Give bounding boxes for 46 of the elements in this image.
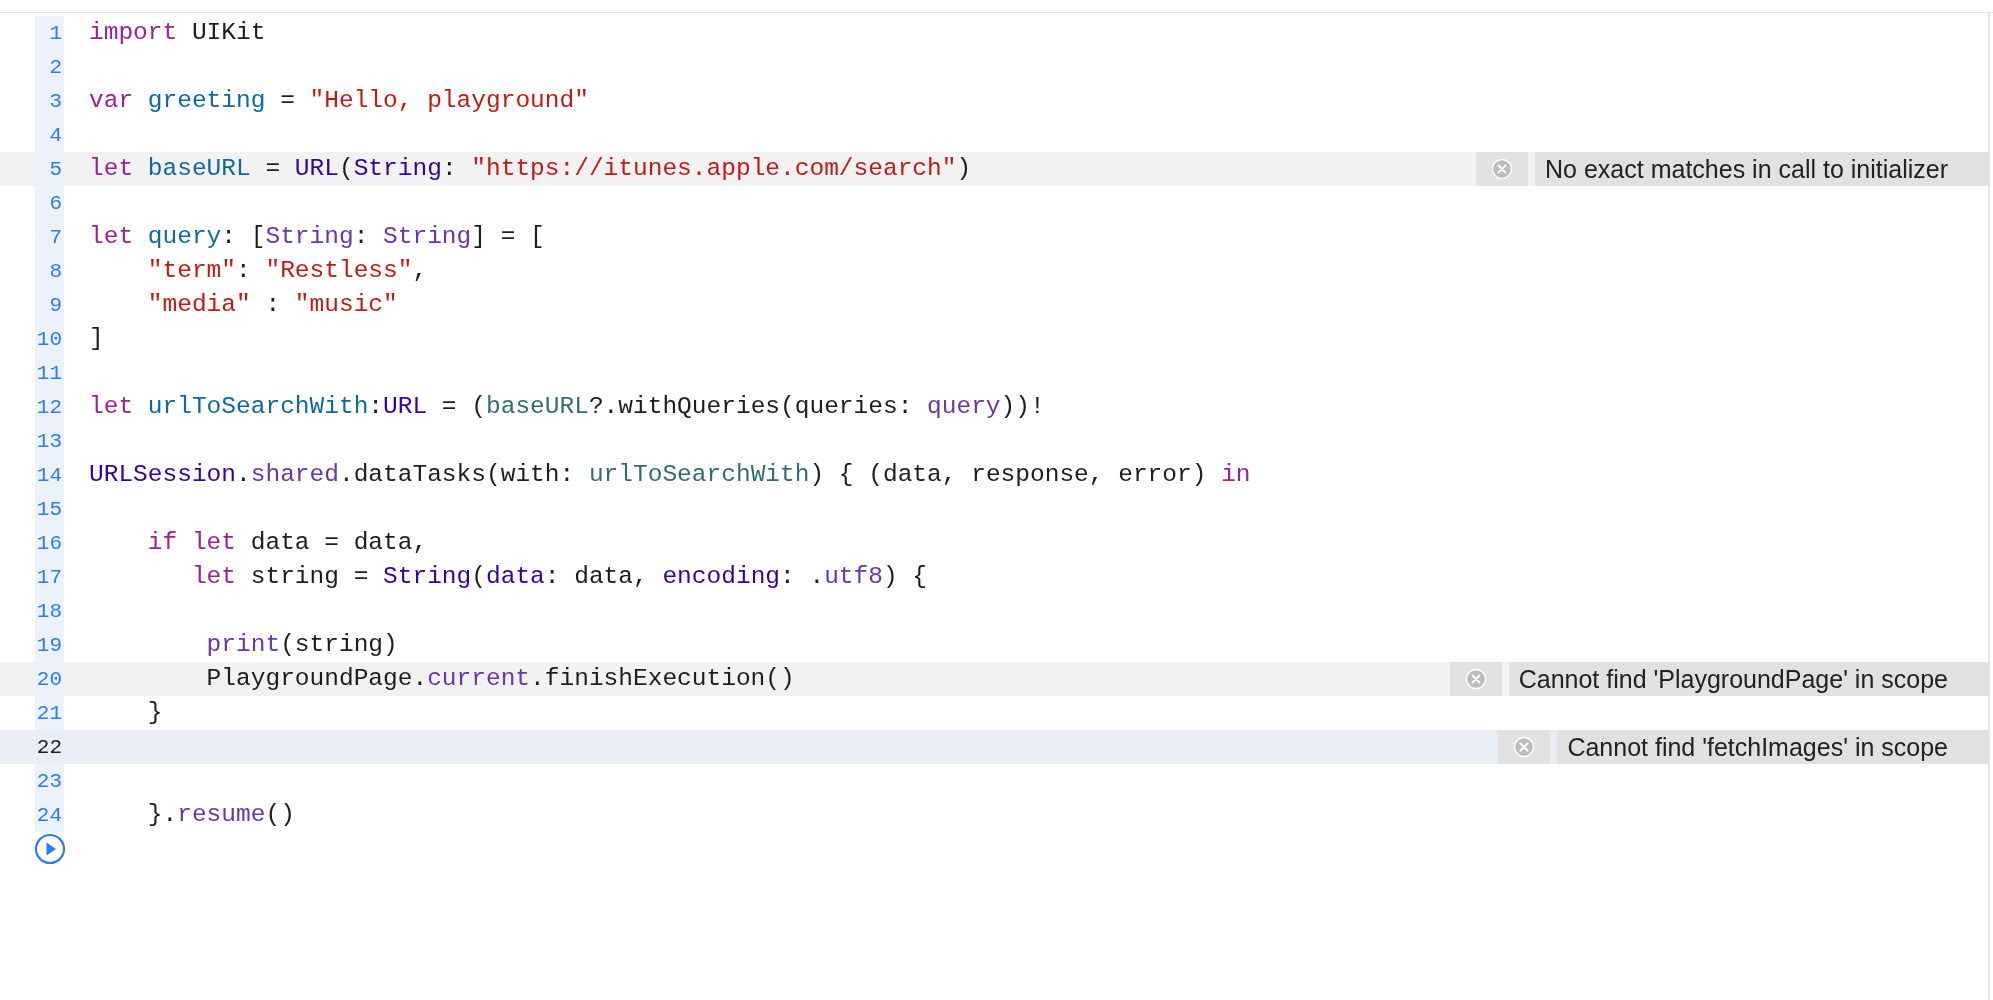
line-number: 6 <box>49 192 62 214</box>
line-number: 21 <box>36 702 62 724</box>
error-icon[interactable] <box>1498 730 1551 764</box>
line-number: 22 <box>36 736 62 758</box>
code-line: let query: [String: String] = [ <box>89 222 545 252</box>
code-line: URLSession.shared.dataTasks(with: urlToSearchWith) { (data, response, error) in <box>89 460 1251 490</box>
line-number: 24 <box>36 804 62 826</box>
line-number: 9 <box>49 294 62 316</box>
code-line: let baseURL = URL(String: "https://itunes.apple.com/search") <box>89 154 972 184</box>
code-line: ] <box>89 324 104 354</box>
line-number: 14 <box>36 464 62 486</box>
code-line: if let data = data, <box>146 528 428 558</box>
error-message: Cannot find 'fetchImages' in scope <box>1557 730 1988 764</box>
line-number: 3 <box>49 90 62 112</box>
error-icon[interactable] <box>1449 662 1502 696</box>
line-number: 15 <box>36 498 62 520</box>
line-number: 12 <box>36 396 62 418</box>
code-line: var greeting = "Hello, playground" <box>89 86 589 116</box>
code-line: print(string) <box>205 630 398 660</box>
line-number: 23 <box>36 770 62 792</box>
run-button[interactable] <box>34 833 66 865</box>
line-number: 17 <box>36 566 62 588</box>
error-message: Cannot find 'PlaygroundPage' in scope <box>1508 662 1988 696</box>
line-number: 11 <box>36 362 62 384</box>
line-number: 13 <box>36 430 62 452</box>
code-line: let urlToSearchWith:URL = (baseURL?.withQueries(queries: query))! <box>89 392 1045 422</box>
code-line: }.resume() <box>146 800 295 830</box>
code-line: import UIKit <box>89 18 266 48</box>
line-number: 10 <box>36 328 62 350</box>
code-line: let string = String(data: data, encoding: .utf8) { <box>190 562 928 592</box>
line-number: 5 <box>49 158 62 180</box>
error-message: No exact matches in call to initializer <box>1535 152 1988 186</box>
code-line: "media" : "music" <box>146 290 398 320</box>
error-icon[interactable] <box>1476 152 1529 186</box>
line-number: 7 <box>49 226 62 248</box>
line-number: 8 <box>49 260 62 282</box>
code-line: PlaygroundPage.current.finishExecution() <box>205 664 795 694</box>
code-line: } <box>146 698 163 728</box>
code-line: "term": "Restless", <box>146 256 428 286</box>
line-number: 4 <box>49 124 62 146</box>
line-number: 20 <box>36 668 62 690</box>
line-number: 2 <box>49 56 62 78</box>
line-number: 16 <box>36 532 62 554</box>
line-number: 19 <box>36 634 62 656</box>
line-number: 1 <box>49 22 62 44</box>
line-number: 18 <box>36 600 62 622</box>
